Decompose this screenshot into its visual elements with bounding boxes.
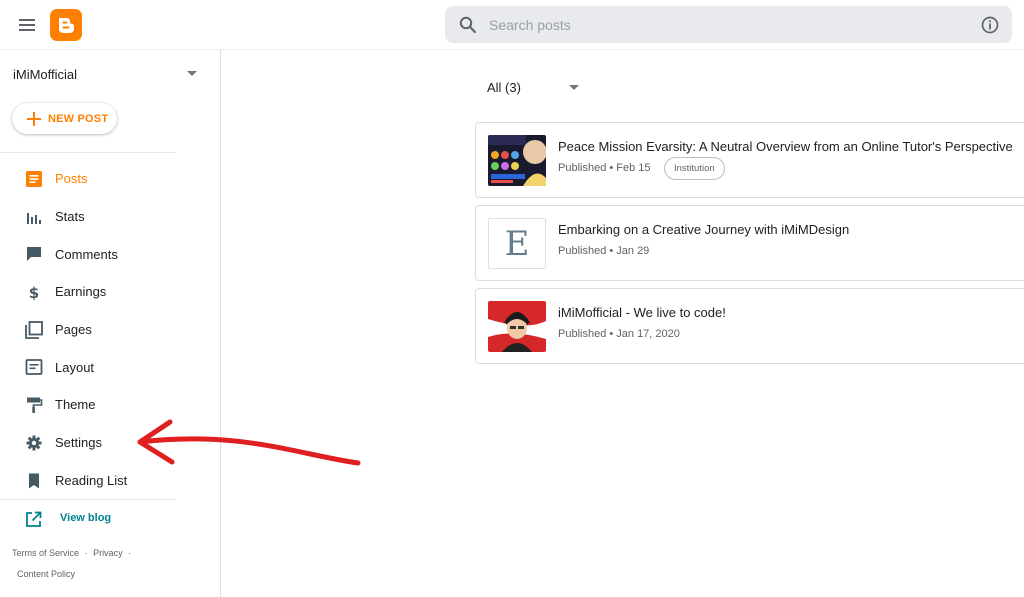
post-thumbnail (488, 301, 546, 352)
sidebar-item-label: Theme (55, 397, 96, 413)
post-meta: Published • Jan 17, 2020 (558, 328, 680, 340)
post-thumbnail: E (488, 218, 546, 269)
sidebar-item-label: Earnings (55, 284, 107, 300)
post-item[interactable]: iMiMofficial - We live to code! Publishe… (475, 288, 1024, 364)
sidebar-item-label: Comments (55, 246, 118, 262)
chevron-down-icon (569, 85, 579, 90)
post-meta: Published • Jan 29 (558, 245, 650, 257)
info-icon[interactable] (980, 15, 1000, 35)
divider (0, 152, 176, 153)
chevron-down-icon (187, 71, 197, 76)
view-blog-label: View blog (60, 512, 112, 524)
sidebar-item-settings[interactable]: Settings (0, 424, 220, 462)
search-bar (445, 6, 1012, 43)
sidebar-item-pages[interactable]: Pages (0, 311, 220, 349)
sidebar-item-stats[interactable]: Stats (0, 198, 220, 236)
footer-links: Terms of Service · Privacy · Content Pol… (12, 543, 152, 585)
plus-icon (27, 111, 41, 126)
post-title: Peace Mission Evarsity: A Neutral Overvi… (558, 139, 1013, 154)
privacy-link[interactable]: Privacy (93, 548, 123, 558)
sidebar-item-label: Pages (55, 322, 92, 338)
search-input[interactable] (489, 12, 959, 37)
view-blog-link[interactable]: View blog (25, 510, 145, 528)
sidebar: iMiMofficial NEW POST Posts Stats Commen… (0, 50, 221, 597)
reading-list-icon (29, 473, 39, 488)
blogger-logo-icon[interactable] (50, 9, 82, 41)
stats-icon (27, 212, 41, 224)
hamburger-menu-icon[interactable] (14, 12, 40, 38)
sidebar-item-layout[interactable]: Layout (0, 348, 220, 386)
blog-selector[interactable]: iMiMofficial (13, 66, 203, 84)
filter-label: All (3) (487, 80, 521, 95)
post-title: iMiMofficial - We live to code! (558, 305, 726, 320)
sidebar-item-earnings[interactable]: $ Earnings (0, 273, 220, 311)
sidebar-item-comments[interactable]: Comments (0, 235, 220, 273)
top-bar (0, 0, 1024, 50)
sidebar-item-label: Posts (55, 171, 88, 187)
post-title: Embarking on a Creative Journey with iMi… (558, 222, 850, 237)
content-policy-link[interactable]: Content Policy (17, 569, 75, 579)
terms-link[interactable]: Terms of Service (12, 548, 79, 558)
post-meta: Published • Feb 15 (558, 162, 651, 174)
search-icon[interactable] (458, 15, 478, 35)
theme-icon (27, 397, 43, 414)
posts-icon (26, 171, 42, 187)
new-post-label: NEW POST (48, 112, 109, 125)
footer-separator: · (84, 548, 88, 558)
comments-icon (27, 247, 41, 262)
post-item[interactable]: Peace Mission Evarsity: A Neutral Overvi… (475, 122, 1024, 198)
sidebar-item-reading-list[interactable]: Reading List (0, 462, 220, 500)
sidebar-item-label: Settings (55, 435, 102, 451)
divider (0, 499, 176, 500)
sidebar-nav: Posts Stats Comments $ Earnings Pages La… (0, 160, 220, 499)
open-in-new-icon (26, 511, 42, 527)
post-thumbnail (488, 135, 546, 186)
sidebar-item-label: Layout (55, 359, 95, 375)
thumbnail-letter: E (504, 223, 530, 264)
sidebar-item-posts[interactable]: Posts (0, 160, 220, 198)
earnings-icon: $ (29, 284, 39, 301)
sidebar-item-label: Stats (55, 209, 85, 225)
post-filter-dropdown[interactable]: All (3) (487, 79, 587, 97)
sidebar-item-label: Reading List (55, 472, 128, 488)
post-item[interactable]: E Embarking on a Creative Journey with i… (475, 205, 1024, 281)
footer-separator: · (128, 548, 132, 558)
layout-icon (25, 359, 43, 376)
svg-text:$: $ (29, 284, 39, 301)
settings-icon (26, 435, 42, 451)
pages-icon (25, 320, 43, 339)
post-label-chip[interactable]: Institution (664, 157, 725, 180)
blog-name: iMiMofficial (13, 67, 78, 82)
sidebar-item-theme[interactable]: Theme (0, 386, 220, 424)
new-post-button[interactable]: NEW POST (12, 103, 117, 134)
